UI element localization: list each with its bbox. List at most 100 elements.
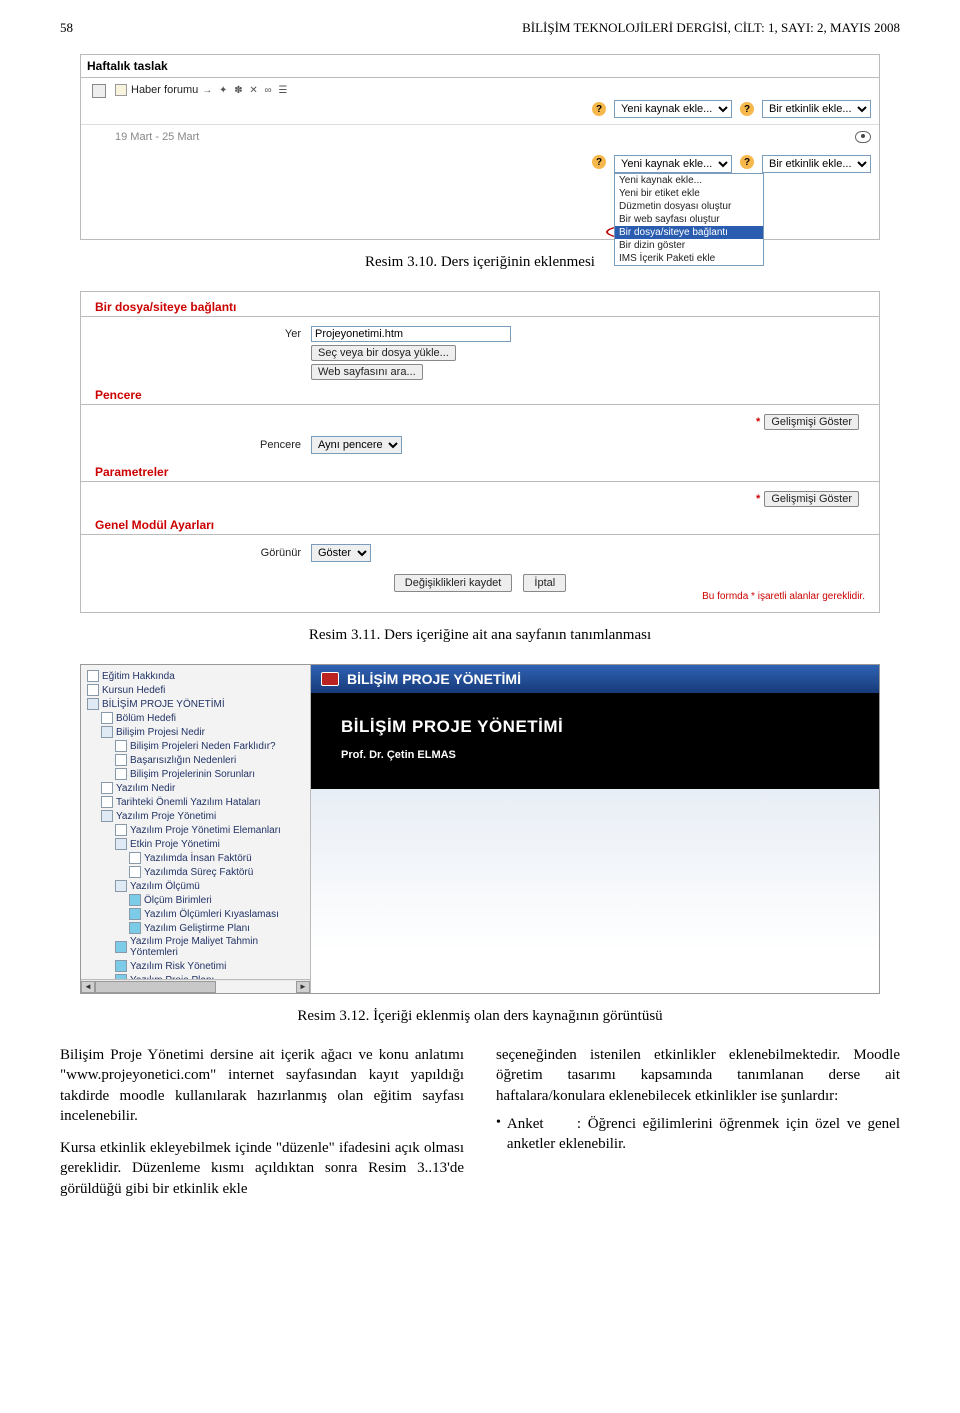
flag-icon: [115, 941, 127, 953]
form-section-heading: Pencere: [81, 380, 879, 405]
tree-item-label: Tarihteki Önemli Yazılım Hataları: [116, 797, 261, 808]
toggle-icon[interactable]: [92, 84, 106, 98]
paragraph: Kursa etkinlik ekleyebilmek içinde "düze…: [60, 1138, 464, 1199]
figure-caption-1: Resim 3.10. Ders içeriğinin eklenmesi: [60, 254, 900, 271]
site-titlebar: BİLİŞİM PROJE YÖNETİMİ: [311, 665, 879, 693]
tree-item-label: Yazılım Proje Maliyet Tahmin Yöntemleri: [130, 936, 306, 958]
add-resource-select-open[interactable]: Yeni kaynak ekle... Yeni kaynak ekle...Y…: [614, 155, 732, 173]
paragraph: seçeneğinden istenilen etkinlikler eklen…: [496, 1045, 900, 1106]
tree-item[interactable]: Yazılım Proje Yönetimi: [83, 809, 308, 823]
tree-item[interactable]: Yazılımda Süreç Faktörü: [83, 865, 308, 879]
flag-icon: [129, 908, 141, 920]
page-icon: [129, 852, 141, 864]
tree-item-label: Ölçüm Birimleri: [144, 895, 212, 906]
tree-item-label: BİLİŞİM PROJE YÖNETİMİ: [102, 699, 225, 710]
tree-item[interactable]: Eğitim Hakkında: [83, 669, 308, 683]
dropdown-option[interactable]: Yeni bir etiket ekle: [615, 187, 763, 200]
show-advanced-button[interactable]: Gelişmişi Göster: [764, 414, 859, 430]
tree-item[interactable]: Yazılım Ölçümü: [83, 879, 308, 893]
save-button[interactable]: Değişiklikleri kaydet: [394, 574, 513, 592]
edit-tools[interactable]: → ✦ ✽ ✕ ∞ ☰: [202, 85, 289, 96]
tree-item[interactable]: Tarihteki Önemli Yazılım Hataları: [83, 795, 308, 809]
tree-item[interactable]: Yazılım Nedir: [83, 781, 308, 795]
add-activity-select[interactable]: Bir etkinlik ekle...: [762, 155, 871, 173]
tree-item-label: Yazılım Geliştirme Planı: [144, 923, 250, 934]
field-label-yer: Yer: [81, 328, 311, 340]
form-section-heading: Bir dosya/siteye bağlantı: [81, 292, 879, 317]
page-number: 58: [60, 20, 73, 36]
figure-caption-2: Resim 3.11. Ders içeriğine ait ana sayfa…: [60, 627, 900, 644]
scroll-left-arrow[interactable]: ◄: [81, 981, 95, 993]
required-asterisk: *: [756, 416, 760, 428]
yer-input[interactable]: [311, 326, 511, 342]
folder-icon: [115, 838, 127, 850]
tree-item-label: Yazılımda İnsan Faktörü: [144, 853, 252, 864]
show-advanced-button[interactable]: Gelişmişi Göster: [764, 491, 859, 507]
tree-item[interactable]: Bilişim Projeleri Neden Farklıdır?: [83, 739, 308, 753]
screenshot-weekly-outline: Haftalık taslak Haber forumu → ✦ ✽ ✕ ∞ ☰…: [80, 54, 880, 240]
window-select[interactable]: Aynı pencere: [311, 436, 402, 454]
forum-icon: [115, 84, 127, 96]
tree-item[interactable]: Yazılım Risk Yönetimi: [83, 959, 308, 973]
dropdown-option[interactable]: Düzmetin dosyası oluştur: [615, 200, 763, 213]
visible-select[interactable]: Göster: [311, 544, 371, 562]
add-resource-select[interactable]: Yeni kaynak ekle...: [614, 100, 732, 118]
add-resource-select[interactable]: Yeni kaynak ekle...: [614, 155, 732, 173]
tree-item[interactable]: Ölçüm Birimleri: [83, 893, 308, 907]
section-title: Haftalık taslak: [81, 55, 879, 78]
tree-item[interactable]: Başarısızlığın Nedenleri: [83, 753, 308, 767]
visibility-eye-icon[interactable]: [855, 131, 871, 143]
paragraph: Bilişim Proje Yönetimi dersine ait içeri…: [60, 1045, 464, 1126]
tree-item[interactable]: Bilişim Projelerinin Sorunları: [83, 767, 308, 781]
book-icon: [321, 672, 339, 686]
tree-item[interactable]: Yazılım Geliştirme Planı: [83, 921, 308, 935]
tree-item-label: Bilişim Projesi Nedir: [116, 727, 205, 738]
resource-dropdown-list[interactable]: Yeni kaynak ekle...Yeni bir etiket ekleD…: [614, 173, 764, 266]
tree-item-label: Yazılım Ölçümleri Kıyaslaması: [144, 909, 279, 920]
tree-item[interactable]: Yazılım Ölçümleri Kıyaslaması: [83, 907, 308, 921]
field-label-pencere: Pencere: [81, 439, 311, 451]
dropdown-option[interactable]: Bir dosya/siteye bağlantı: [615, 226, 763, 239]
scroll-right-arrow[interactable]: ►: [296, 981, 310, 993]
tree-item-label: Yazılım Ölçümü: [130, 881, 200, 892]
help-icon[interactable]: ?: [740, 155, 754, 169]
screenshot-course-site: Eğitim Hakkında Kursun Hedefi BİLİŞİM PROJ…: [80, 664, 880, 994]
tree-item[interactable]: Etkin Proje Yönetimi: [83, 837, 308, 851]
page-icon: [115, 824, 127, 836]
help-icon[interactable]: ?: [592, 102, 606, 116]
tree-item[interactable]: Yazılım Proje Yönetimi Elemanları: [83, 823, 308, 837]
horizontal-scrollbar[interactable]: ◄ ►: [81, 979, 310, 993]
page-icon: [101, 782, 113, 794]
tree-item-label: Etkin Proje Yönetimi: [130, 839, 220, 850]
tree-item[interactable]: Yazılım Proje Maliyet Tahmin Yöntemleri: [83, 935, 308, 959]
help-icon[interactable]: ?: [740, 102, 754, 116]
tree-item[interactable]: BİLİŞİM PROJE YÖNETİMİ: [83, 697, 308, 711]
folder-icon: [101, 810, 113, 822]
folder-icon: [101, 726, 113, 738]
tree-item[interactable]: Kursun Hedefi: [83, 683, 308, 697]
tree-item[interactable]: Bilişim Projesi Nedir: [83, 725, 308, 739]
dropdown-option[interactable]: Bir dizin göster: [615, 239, 763, 252]
scrollbar-thumb[interactable]: [95, 981, 216, 993]
tree-item[interactable]: Yazılımda İnsan Faktörü: [83, 851, 308, 865]
course-tree-sidebar[interactable]: Eğitim Hakkında Kursun Hedefi BİLİŞİM PROJ…: [81, 665, 311, 993]
hero-banner: BİLİŞİM PROJE YÖNETİMİ Prof. Dr. Çetin E…: [311, 693, 879, 789]
flag-icon: [115, 960, 127, 972]
add-activity-select[interactable]: Bir etkinlik ekle...: [762, 100, 871, 118]
tree-item-label: Yazılım Proje Yönetimi: [116, 811, 216, 822]
dropdown-option[interactable]: Yeni kaynak ekle...: [615, 174, 763, 187]
dropdown-option[interactable]: Bir web sayfası oluştur: [615, 213, 763, 226]
tree-item[interactable]: Bölüm Hedefi: [83, 711, 308, 725]
page-icon: [101, 712, 113, 724]
dropdown-option[interactable]: IMS İçerik Paketi ekle: [615, 252, 763, 265]
help-icon[interactable]: ?: [592, 155, 606, 169]
tree-item-label: Kursun Hedefi: [102, 685, 165, 696]
forum-label[interactable]: Haber forumu: [131, 84, 198, 96]
bullet-icon: •: [496, 1114, 501, 1155]
week-date-range: 19 Mart - 25 Mart: [115, 131, 199, 143]
cancel-button[interactable]: İptal: [523, 574, 566, 592]
web-search-button[interactable]: Web sayfasını ara...: [311, 364, 423, 380]
page-icon: [129, 866, 141, 878]
choose-file-button[interactable]: Seç veya bir dosya yükle...: [311, 345, 456, 361]
page-icon: [115, 768, 127, 780]
